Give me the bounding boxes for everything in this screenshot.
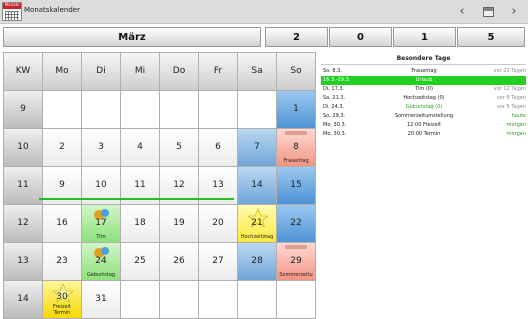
day-cell[interactable]: 16 xyxy=(42,204,82,243)
day-cell[interactable]: 1 xyxy=(276,90,316,129)
count-box-3: 1 xyxy=(393,27,456,47)
day-cell[interactable]: 22 xyxy=(276,204,316,243)
column-header-so: So xyxy=(276,52,316,91)
day-cell-empty xyxy=(81,90,121,129)
list-item[interactable]: So, 29.3. Sommerzeitumstellung heute xyxy=(321,112,526,121)
list-item[interactable]: Sa, 21.3. Hochzeitstag (0) vor 8 Tagen xyxy=(321,94,526,103)
day-cell-empty xyxy=(159,90,199,129)
list-item[interactable]: Mo, 30.3. 12:00 Freizeit morgen xyxy=(321,121,526,130)
list-item[interactable]: Di, 17.3. Tim (0) vor 12 Tagen xyxy=(321,85,526,94)
day-cell-empty xyxy=(237,90,277,129)
day-cell-empty xyxy=(198,280,238,319)
event-label: Freizeit xyxy=(53,304,71,310)
special-days-title: Besondere Tage xyxy=(321,53,526,65)
app-title: Monatskalender xyxy=(24,6,80,14)
app-icon-label: Monats xyxy=(4,2,20,7)
week-number: 14 xyxy=(3,280,43,319)
day-cell-frauentag[interactable]: 8 Frauentag xyxy=(276,128,316,167)
list-item[interactable]: Di, 24.3. Geburtstag (0) vor 5 Tagen xyxy=(321,103,526,112)
event-label: Termin xyxy=(53,310,71,316)
day-cell[interactable]: 18 xyxy=(120,204,160,243)
day-cell[interactable]: 27 xyxy=(198,242,238,281)
week-number: 13 xyxy=(3,242,43,281)
event-calendar-icon xyxy=(285,131,307,135)
vacation-marker xyxy=(39,198,234,200)
day-cell[interactable]: 23 xyxy=(42,242,82,281)
event-label: Geburtstag xyxy=(86,272,116,278)
day-cell-empty xyxy=(237,280,277,319)
day-cell[interactable]: 4 xyxy=(120,128,160,167)
day-cell-empty xyxy=(120,280,160,319)
column-header-kw: KW xyxy=(3,52,43,91)
day-cell[interactable]: 6 xyxy=(198,128,238,167)
day-cell-geburtstag[interactable]: 24 Geburtstag xyxy=(81,242,121,281)
day-cell-empty xyxy=(120,90,160,129)
day-cell[interactable]: 7 xyxy=(237,128,277,167)
column-header-di: Di xyxy=(81,52,121,91)
day-cell-birthday-tim[interactable]: 17 Tim xyxy=(81,204,121,243)
event-label: Sommerzeitu xyxy=(279,272,313,278)
calendar-app-icon[interactable]: Monats xyxy=(2,2,22,21)
day-cell-empty xyxy=(159,280,199,319)
app-icon-grid xyxy=(5,11,19,20)
day-cell[interactable]: 26 xyxy=(159,242,199,281)
day-cell-today[interactable]: 30 Freizeit Termin xyxy=(42,280,82,319)
day-cell-sommerzeit[interactable]: 29 Sommerzeitu xyxy=(276,242,316,281)
list-item-highlighted[interactable]: 16.3.-19.3. Urlaub xyxy=(321,76,526,85)
day-cell[interactable]: 15 xyxy=(276,166,316,205)
day-cell[interactable]: 19 xyxy=(159,204,199,243)
week-number: 9 xyxy=(3,90,43,129)
day-cell[interactable]: 14 xyxy=(237,166,277,205)
column-header-mo: Mo xyxy=(42,52,82,91)
chevron-left-icon[interactable]: ‹ xyxy=(454,4,470,20)
column-header-fr: Fr xyxy=(198,52,238,91)
day-cell-empty xyxy=(276,280,316,319)
app-bar: Monats Monatskalender ‹ › xyxy=(0,0,528,24)
column-header-do: Do xyxy=(159,52,199,91)
count-box-4: 5 xyxy=(457,27,525,47)
day-cell[interactable]: 3 xyxy=(81,128,121,167)
week-number: 11 xyxy=(3,166,43,205)
day-cell[interactable]: 20 xyxy=(198,204,238,243)
day-cell[interactable]: 2 xyxy=(42,128,82,167)
day-cell[interactable]: 25 xyxy=(120,242,160,281)
week-number: 10 xyxy=(3,128,43,167)
day-cell[interactable]: 31 xyxy=(81,280,121,319)
month-title: März xyxy=(3,27,261,47)
event-label: Hochzeitstag xyxy=(240,234,274,240)
day-cell-empty xyxy=(42,90,82,129)
day-cell[interactable]: 28 xyxy=(237,242,277,281)
count-box-1: 2 xyxy=(265,27,328,47)
day-cell[interactable]: 5 xyxy=(159,128,199,167)
event-label: Tim xyxy=(96,234,106,240)
day-cell-hochzeitstag[interactable]: 21 Hochzeitstag xyxy=(237,204,277,243)
column-header-sa: Sa xyxy=(237,52,277,91)
chevron-right-icon[interactable]: › xyxy=(506,4,522,20)
list-item[interactable]: So, 8.3. Frauentag vor 21 Tagen xyxy=(321,67,526,76)
event-calendar-icon xyxy=(285,245,307,249)
calendar-today-icon[interactable] xyxy=(483,7,494,17)
day-cell-empty xyxy=(198,90,238,129)
week-number: 12 xyxy=(3,204,43,243)
event-label: Frauentag xyxy=(283,158,309,164)
count-box-2: 0 xyxy=(329,27,392,47)
list-item[interactable]: Mo, 30.3. 20:00 Termin morgen xyxy=(321,130,526,139)
column-header-mi: Mi xyxy=(120,52,160,91)
